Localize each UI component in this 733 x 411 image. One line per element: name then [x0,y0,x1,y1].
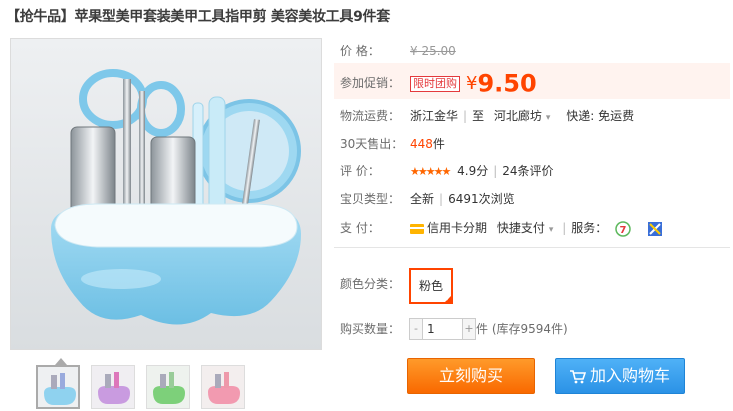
rating-score: 4.9分 [457,164,489,178]
quantity-decrease-button[interactable]: - [409,318,423,340]
rating-label: 评 价： [340,164,380,178]
seven-day-return-icon[interactable]: 7 [615,220,631,237]
main-product-image[interactable] [10,38,322,350]
thumbnail-green[interactable] [146,365,190,409]
color-option-label: 粉色 [418,279,443,293]
color-label: 颜色分类： [340,277,401,291]
reviews-link[interactable]: 24条评价 [502,164,553,178]
chevron-down-icon: ▾ [545,113,551,123]
payment-method-installment[interactable]: 信用卡分期 [427,221,487,235]
sales-count: 448 [410,137,433,151]
add-to-cart-button[interactable]: 加入购物车 [555,358,685,394]
star-rating-icon: ★★★★★ [410,165,451,178]
ship-to: 河北廊坊 [493,109,542,123]
thumbnail-blue[interactable] [36,365,80,409]
color-option-selected[interactable]: 粉色 ✓ [409,268,453,304]
quantity-increase-button[interactable]: + [462,318,476,340]
buy-now-label: 立刻购买 [438,366,503,385]
original-price: ¥ 25.00 [410,44,456,58]
ship-from: 浙江金华 [410,109,459,123]
stock-info: 件 (库存9594件) [476,322,568,336]
thumbnail-indicator [55,358,67,365]
thumbnail-pink[interactable] [201,365,245,409]
sales-label: 30天售出： [340,137,404,151]
quantity-label: 购买数量： [340,322,401,336]
payment-label: 支 付： [340,221,380,235]
checkmark-icon: ✓ [445,295,451,303]
thumbnail-purple[interactable] [91,365,135,409]
ship-to-prefix: 至 [472,109,485,123]
ship-to-selector[interactable]: 河北廊坊 ▾ [494,109,551,123]
cart-icon [569,369,586,383]
item-condition: 全新 [410,192,435,206]
currency-symbol: ¥ [466,72,478,94]
svg-text:7: 7 [620,225,627,236]
view-count: 6491次浏览 [448,192,515,206]
shipping-label: 物流运费： [340,109,401,123]
sales-unit: 件 [432,137,445,151]
service-label: 服务： [571,221,608,235]
section-divider [334,247,730,248]
promo-price: 9.50 [477,69,537,98]
payment-method-quick[interactable]: 快捷支付 [497,221,545,235]
product-title: 【抢牛品】苹果型美甲套装美甲工具指甲剪 美容美妆工具9件套 [6,9,390,25]
item-type-label: 宝贝类型： [340,192,401,206]
shipping-fee: 快递: 免运费 [566,109,635,123]
chevron-down-icon[interactable]: ▾ [549,225,554,235]
buy-now-button[interactable]: 立刻购买 [407,358,535,394]
credit-card-icon [410,223,424,234]
promo-label: 参加促销： [340,76,401,90]
guarantee-icon[interactable] [647,221,663,237]
quantity-input[interactable]: 1 [423,318,463,340]
price-label: 价 格： [340,44,380,58]
add-to-cart-label: 加入购物车 [589,366,670,385]
promo-tag: 限时团购 [410,75,460,92]
